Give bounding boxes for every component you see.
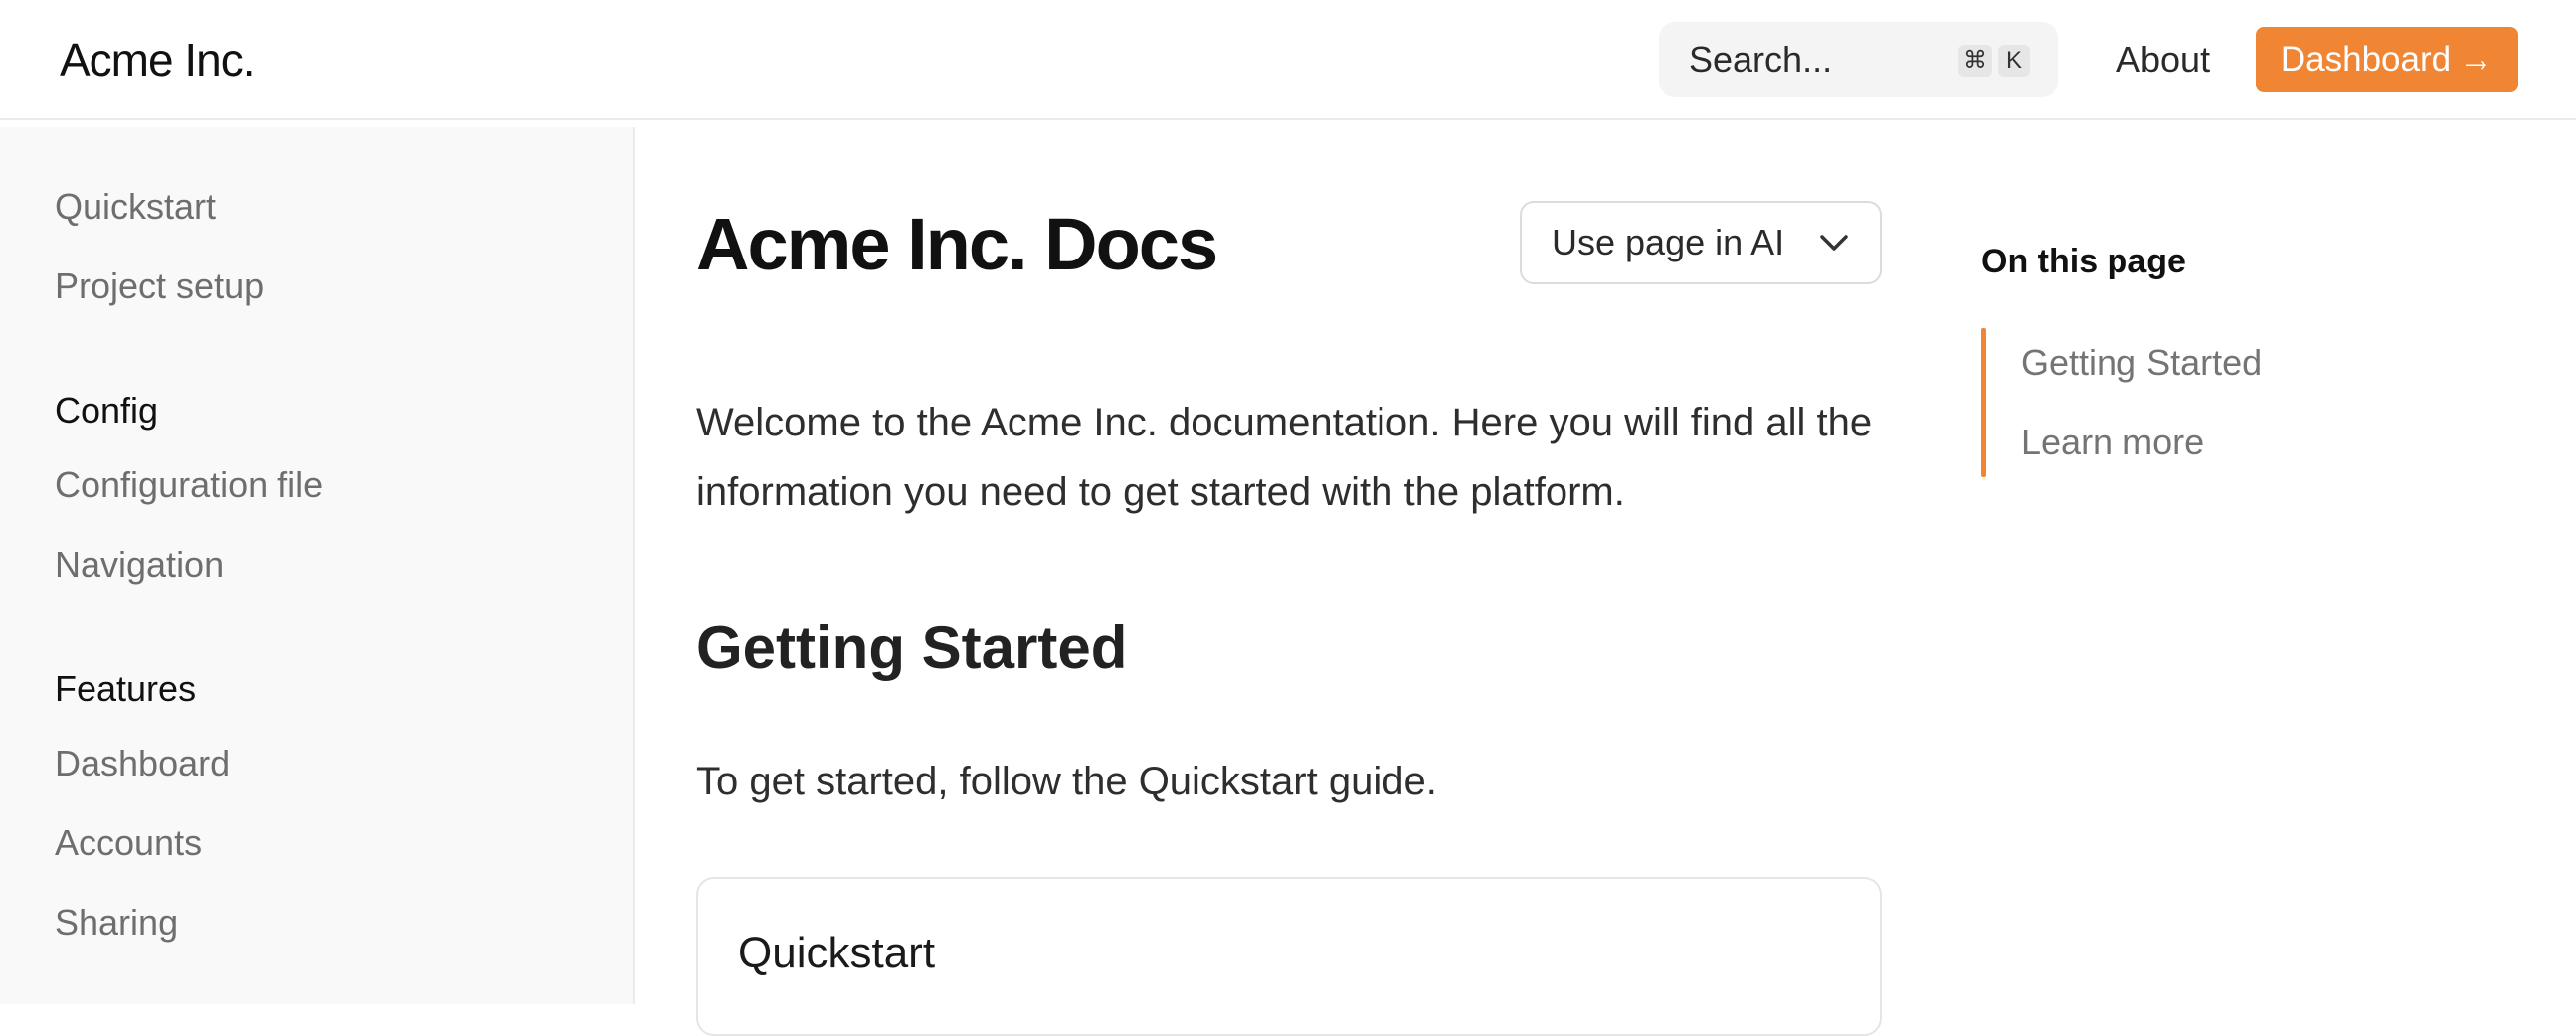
- sidebar-item-navigation[interactable]: Navigation: [55, 540, 224, 590]
- sidebar-item-quickstart[interactable]: Quickstart: [55, 182, 216, 232]
- sidebar-item-configuration-file[interactable]: Configuration file: [55, 460, 323, 510]
- quickstart-card[interactable]: Quickstart: [696, 877, 1882, 1036]
- search-placeholder: Search...: [1689, 39, 1833, 80]
- use-page-in-ai-button[interactable]: Use page in AI: [1520, 201, 1882, 284]
- sidebar-heading-config: Config: [55, 390, 159, 431]
- section-paragraph: To get started, follow the Quickstart gu…: [696, 760, 1437, 803]
- shortcut-key: K: [1998, 45, 2030, 77]
- search-box[interactable]: Search... ⌘ K: [1659, 22, 2058, 97]
- arrow-right-icon: →: [2459, 40, 2494, 79]
- sidebar: Quickstart Project setup Config Configur…: [0, 127, 635, 1004]
- command-key-icon: ⌘: [1958, 45, 1992, 77]
- page-title: Acme Inc. Docs: [696, 203, 1218, 285]
- sidebar-item-sharing[interactable]: Sharing: [55, 898, 178, 948]
- toc-item-getting-started[interactable]: Getting Started: [2021, 338, 2262, 388]
- dashboard-button[interactable]: Dashboard →: [2256, 27, 2518, 92]
- toc-title: On this page: [1981, 243, 2186, 280]
- chevron-down-icon: [1820, 235, 1848, 251]
- dashboard-button-label: Dashboard: [2280, 40, 2452, 79]
- card-title: Quickstart: [738, 929, 936, 977]
- sidebar-item-dashboard[interactable]: Dashboard: [55, 739, 230, 788]
- intro-paragraph: Welcome to the Acme Inc. documentation. …: [696, 401, 1873, 514]
- use-page-in-ai-label: Use page in AI: [1552, 222, 1785, 262]
- top-header: Acme Inc. Search... ⌘ K About Dashboard →: [0, 0, 2576, 120]
- toc-item-learn-more[interactable]: Learn more: [2021, 418, 2204, 467]
- sidebar-item-accounts[interactable]: Accounts: [55, 818, 202, 868]
- nav-link-about[interactable]: About: [2116, 30, 2210, 89]
- section-heading-getting-started: Getting Started: [696, 614, 1128, 681]
- toc-indicator: [1981, 328, 1986, 477]
- sidebar-heading-features: Features: [55, 668, 197, 709]
- sidebar-item-project-setup[interactable]: Project setup: [55, 261, 264, 311]
- logo[interactable]: Acme Inc.: [60, 30, 256, 89]
